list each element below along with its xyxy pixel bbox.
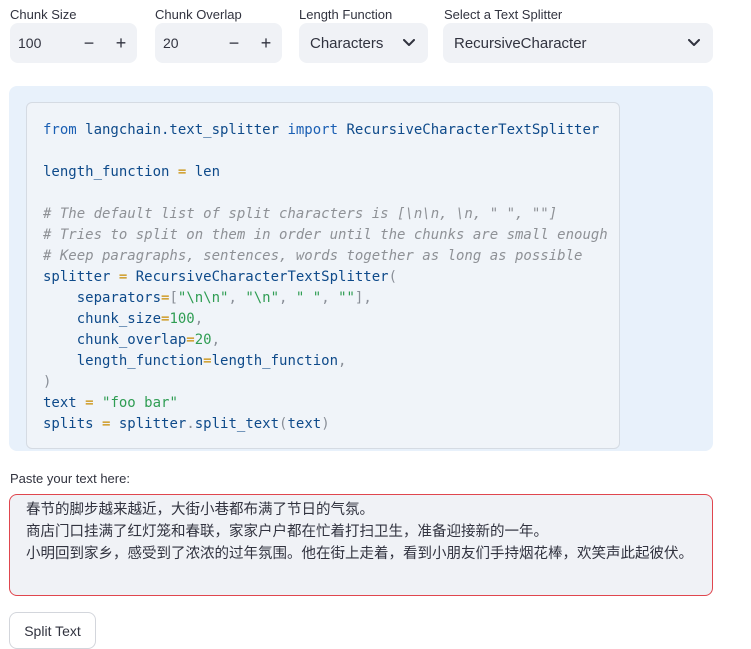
code-token: 100 (169, 311, 195, 327)
chunk-overlap-decrement-button[interactable]: − (218, 23, 250, 63)
text-splitter-label: Select a Text Splitter (444, 7, 563, 22)
code-token: = (76, 395, 103, 411)
text-input-label: Paste your text here: (10, 471, 130, 486)
text-line: 春节的脚步越来越近，大街小巷都布满了节日的气氛。 (26, 502, 374, 518)
code-text: from langchain.text_splitter import Recu… (43, 120, 608, 435)
chevron-down-icon (402, 36, 416, 50)
code-token: . (186, 416, 195, 432)
chunk-overlap-control: Chunk Overlap (155, 6, 282, 24)
chunk-overlap-input[interactable]: 20 − + (155, 23, 282, 63)
code-token: "\n\n" (177, 290, 229, 306)
code-token: text (287, 416, 322, 432)
code-token: , (194, 311, 204, 327)
length-function-select[interactable]: Characters (299, 23, 428, 63)
code-token: length_function (43, 164, 170, 180)
chunk-size-input[interactable]: 100 − + (10, 23, 137, 63)
code-token: chunk_size (43, 311, 162, 327)
length-function-label: Length Function (299, 7, 393, 22)
code-token: chunk_overlap (43, 332, 187, 348)
code-token: langchain.text_splitter (76, 122, 288, 138)
code-token: , (338, 353, 347, 369)
code-token: , (228, 290, 246, 306)
chunk-size-decrement-button[interactable]: − (73, 23, 105, 63)
chunk-overlap-value[interactable]: 20 (155, 35, 218, 51)
code-token: ( (388, 269, 398, 285)
code-token: "foo bar" (102, 395, 178, 411)
code-token: , (279, 290, 296, 306)
code-token: RecursiveCharacterTextSplitter (338, 122, 600, 138)
code-token: splitter (118, 416, 187, 432)
code-comment: # The default list of split characters i… (43, 206, 558, 222)
length-function-control: Length Function (299, 6, 428, 24)
chunk-overlap-increment-button[interactable]: + (250, 23, 282, 63)
text-line: 商店门口挂满了红灯笼和春联，家家户户都在忙着打扫卫生，准备迎接新的一年。 (26, 524, 548, 540)
length-function-selected: Characters (310, 34, 384, 52)
code-token: [ (169, 290, 178, 306)
code-token: from (43, 122, 77, 138)
code-token: = (169, 164, 195, 180)
code-token: 20 (194, 332, 212, 348)
text-splitter-selected: RecursiveCharacter (454, 34, 587, 52)
chunk-size-label: Chunk Size (10, 7, 77, 22)
code-block: from langchain.text_splitter import Recu… (26, 102, 620, 449)
code-token: , (321, 290, 339, 306)
code-token: text (43, 395, 77, 411)
code-token: len (194, 164, 221, 180)
chunk-size-value[interactable]: 100 (10, 35, 73, 51)
code-token: = (186, 332, 195, 348)
code-token: splits (43, 416, 94, 432)
code-token: "\n" (245, 290, 280, 306)
code-token: length_function (43, 353, 204, 369)
code-token: = (93, 416, 119, 432)
text-line: 小明回到家乡，感受到了浓浓的过年氛围。他在街上走着，看到小朋友们手持烟花棒，欢笑… (26, 546, 693, 562)
code-token: length_function (211, 353, 339, 369)
code-token: ], (354, 290, 372, 306)
code-token: RecursiveCharacterTextSplitter (135, 269, 389, 285)
code-token: ) (43, 374, 52, 390)
chunk-overlap-label: Chunk Overlap (155, 7, 242, 22)
code-panel: from langchain.text_splitter import Recu… (9, 86, 713, 451)
code-token: = (110, 269, 136, 285)
chunk-size-increment-button[interactable]: + (105, 23, 137, 63)
code-token: split_text (194, 416, 280, 432)
code-token: import (287, 122, 339, 138)
text-input-area[interactable]: 春节的脚步越来越近，大街小巷都布满了节日的气氛。 商店门口挂满了红灯笼和春联，家… (9, 494, 713, 596)
chunk-size-control: Chunk Size (10, 6, 137, 24)
code-comment: # Tries to split on them in order until … (43, 227, 608, 243)
text-splitter-select[interactable]: RecursiveCharacter (443, 23, 713, 63)
text-splitter-control: Select a Text Splitter (444, 6, 713, 24)
code-token: separators (43, 290, 162, 306)
split-text-button[interactable]: Split Text (9, 612, 96, 649)
code-token: , (211, 332, 221, 348)
code-token: " " (295, 290, 322, 306)
chevron-down-icon (687, 36, 701, 50)
code-token: splitter (43, 269, 111, 285)
code-token: = (203, 353, 212, 369)
code-comment: # Keep paragraphs, sentences, words toge… (43, 248, 583, 264)
code-token: ) (321, 416, 330, 432)
code-token: "" (338, 290, 355, 306)
